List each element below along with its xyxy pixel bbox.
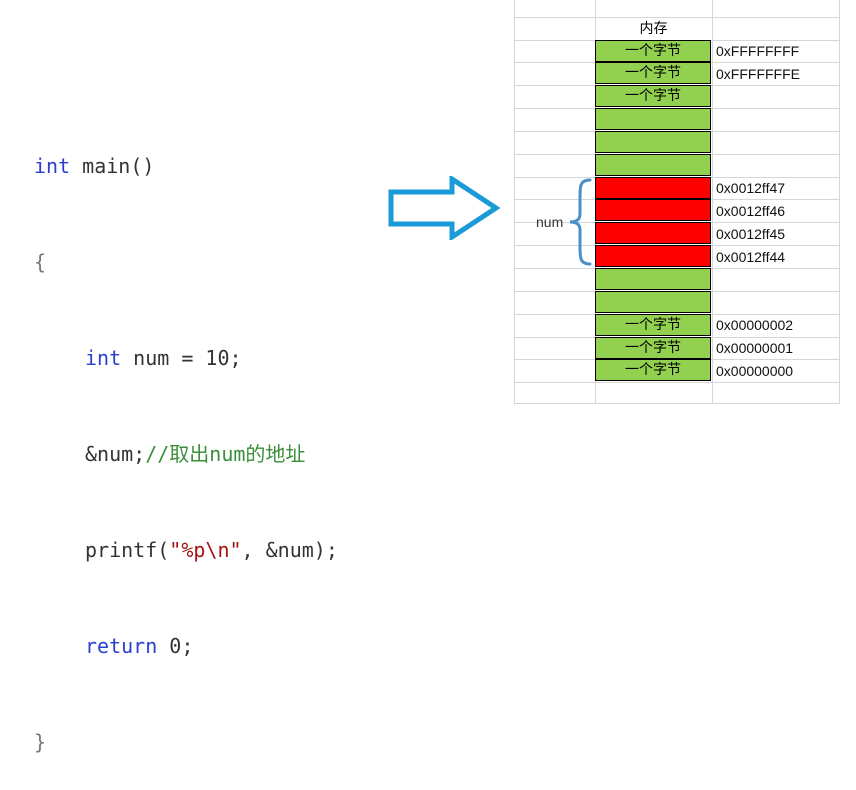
memory-title: 内存: [639, 21, 668, 37]
code-comment: //取出num的地址: [145, 442, 306, 466]
num-byte-cell: [595, 199, 711, 221]
grid-column-line: [839, 0, 840, 404]
address-label: 0x0012ff47: [716, 180, 786, 196]
memory-cell-empty: [595, 291, 711, 313]
code-text: main(): [70, 154, 155, 178]
address-label: 0x00000002: [716, 317, 794, 333]
address-label: 0x0012ff45: [716, 226, 786, 242]
num-byte-cell: [595, 222, 711, 244]
memory-cell-empty: [595, 131, 711, 153]
code-text: &num;: [85, 442, 146, 466]
address-label: 0xFFFFFFFE: [716, 66, 800, 82]
num-byte-cell: [595, 177, 711, 199]
memory-cell-empty: [595, 268, 711, 290]
num-label: num: [536, 214, 564, 230]
address-label: 0x00000000: [716, 363, 794, 379]
code-string: "%p\n": [169, 538, 242, 562]
code-line-6: return 0;: [34, 630, 338, 662]
memory-byte-cell: 一个字节: [595, 337, 711, 359]
code-line-1: int main(): [34, 150, 338, 182]
memory-byte-cell: 一个字节: [595, 40, 711, 62]
grid-row-line: [514, 382, 840, 383]
memory-byte-cell: 一个字节: [595, 314, 711, 336]
address-label: 0x0012ff44: [716, 249, 786, 265]
memory-byte-cell: 一个字节: [595, 85, 711, 107]
address-label: 0x0012ff46: [716, 203, 786, 219]
grid-column-line: [514, 0, 515, 404]
memory-cell-empty: [595, 154, 711, 176]
code-block: int main() { int num = 10; &num;//取出num的…: [34, 86, 338, 790]
keyword-return: return: [85, 634, 158, 658]
num-byte-cell: [595, 245, 711, 267]
grid-row-line: [514, 403, 840, 404]
code-line-7: }: [34, 730, 47, 754]
code-line-3: int num = 10;: [34, 342, 338, 374]
address-label: 0xFFFFFFFF: [716, 43, 800, 59]
code-line-4: &num;//取出num的地址: [34, 438, 338, 470]
code-function: printf(: [85, 538, 170, 562]
address-label: 0x00000001: [716, 340, 794, 356]
grid-column-line: [712, 0, 713, 404]
code-text: num = 10;: [121, 346, 242, 370]
keyword-int: int: [85, 346, 122, 370]
code-line-5: printf("%p\n", &num);: [34, 534, 338, 566]
right-arrow-icon: [388, 176, 500, 240]
code-text: , &num);: [241, 538, 338, 562]
keyword-int: int: [34, 154, 71, 178]
code-text: 0;: [157, 634, 194, 658]
memory-byte-cell: 一个字节: [595, 62, 711, 84]
memory-cell-empty: [595, 108, 711, 130]
code-line-2: {: [34, 250, 47, 274]
curly-brace-icon: [569, 178, 592, 266]
memory-byte-cell: 一个字节: [595, 359, 711, 381]
